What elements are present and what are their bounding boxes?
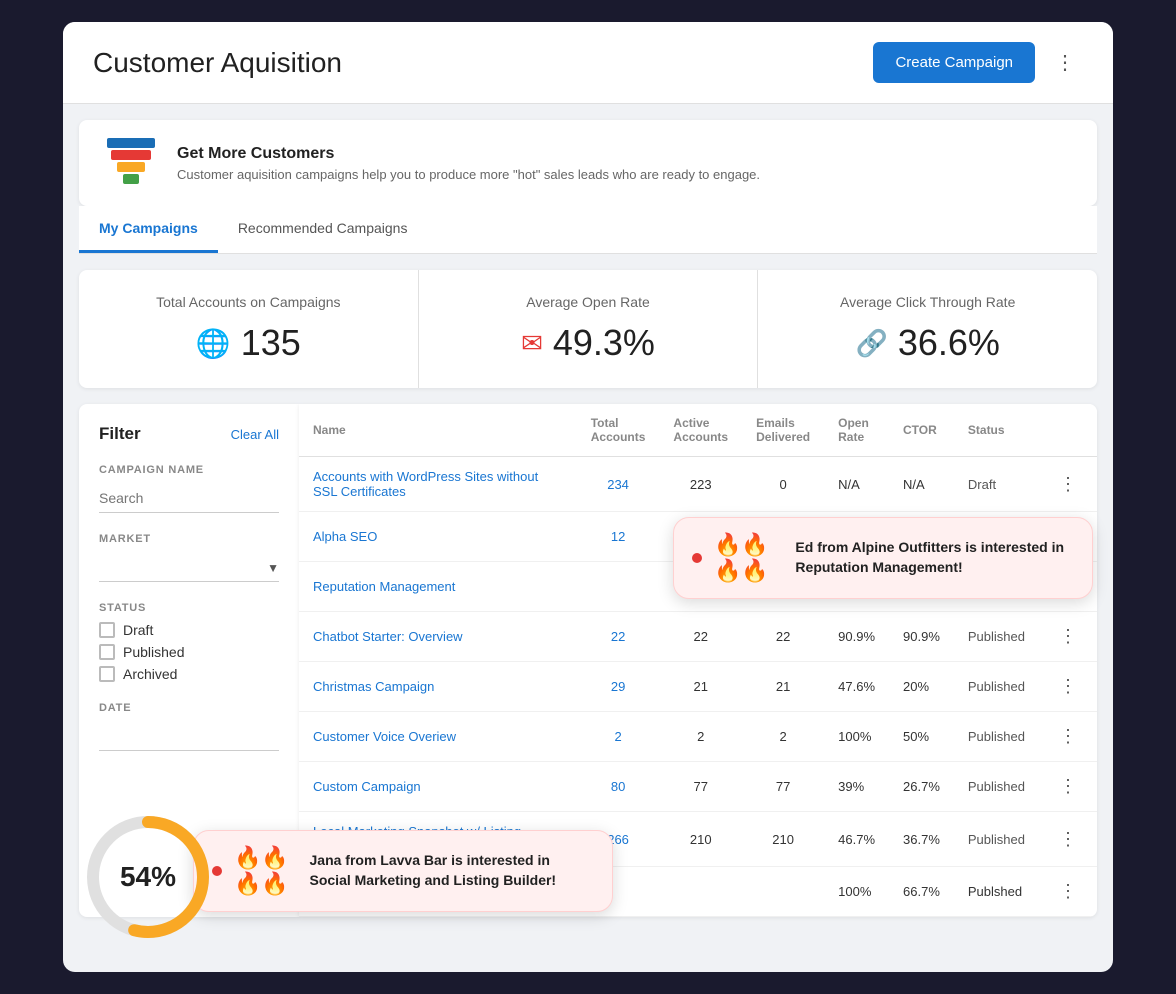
stat-total-accounts-value: 🌐 135 xyxy=(107,322,390,364)
stat-click-through-rate: Average Click Through Rate 🔗 36.6% xyxy=(758,270,1097,388)
clear-all-button[interactable]: Clear All xyxy=(231,427,279,442)
col-status: Status xyxy=(954,404,1039,457)
tab-recommended-campaigns[interactable]: Recommended Campaigns xyxy=(218,206,428,253)
row-menu-button[interactable]: ⋮ xyxy=(1053,827,1083,852)
progress-value: 54% xyxy=(120,861,176,893)
stat-total-accounts-label: Total Accounts on Campaigns xyxy=(107,294,390,310)
link-icon: 🔗 xyxy=(855,328,887,359)
status-draft-label: Draft xyxy=(123,622,153,638)
campaign-name-label: CAMPAIGN NAME xyxy=(99,464,279,476)
col-name: Name xyxy=(299,404,577,457)
table-row: Accounts with WordPress Sites without SS… xyxy=(299,457,1097,512)
campaign-link[interactable]: Chatbot Starter: Overview xyxy=(313,629,463,644)
filter-status-section: STATUS Draft Published Archived xyxy=(99,602,279,682)
filter-market-section: MARKET ▼ xyxy=(99,533,279,582)
notification-popup-1: 🔥🔥🔥🔥 Ed from Alpine Outfitters is intere… xyxy=(673,517,1093,599)
header-actions: Create Campaign ⋮ xyxy=(873,42,1083,83)
row-menu-button[interactable]: ⋮ xyxy=(1053,774,1083,799)
row-menu-button[interactable]: ⋮ xyxy=(1053,624,1083,649)
filter-title: Filter xyxy=(99,424,141,444)
banner-title: Get More Customers xyxy=(177,145,760,163)
banner-description: Customer aquisition campaigns help you t… xyxy=(177,167,760,182)
status-archived-label: Archived xyxy=(123,666,177,682)
stat-click-through-value: 🔗 36.6% xyxy=(786,322,1069,364)
table-row: Custom Campaign 80 77 77 39% 26.7% Publi… xyxy=(299,762,1097,812)
table-row: Customer Voice Overiew 2 2 2 100% 50% Pu… xyxy=(299,712,1097,762)
tab-my-campaigns[interactable]: My Campaigns xyxy=(79,206,218,253)
notification-text-1: Ed from Alpine Outfitters is interested … xyxy=(795,538,1074,577)
stat-open-rate-label: Average Open Rate xyxy=(447,294,730,310)
globe-icon: 🌐 xyxy=(196,327,231,360)
col-emails-delivered: EmailsDelivered xyxy=(742,404,824,457)
banner-text: Get More Customers Customer aquisition c… xyxy=(177,145,760,182)
status-checkbox-published[interactable] xyxy=(99,644,115,660)
status-options: Draft Published Archived xyxy=(99,622,279,682)
header: Customer Aquisition Create Campaign ⋮ xyxy=(63,22,1113,104)
progress-circle-container: 54% xyxy=(83,812,213,942)
col-ctor: CTOR xyxy=(889,404,954,457)
email-icon: ✉ xyxy=(521,328,543,359)
campaign-link[interactable]: Accounts with WordPress Sites without SS… xyxy=(313,469,538,499)
status-label: STATUS xyxy=(99,602,279,614)
col-active-accounts: ActiveAccounts xyxy=(659,404,742,457)
filter-campaign-name-section: CAMPAIGN NAME xyxy=(99,464,279,513)
campaign-link[interactable]: Christmas Campaign xyxy=(313,679,434,694)
campaign-link[interactable]: Reputation Management xyxy=(313,579,455,594)
create-campaign-button[interactable]: Create Campaign xyxy=(873,42,1035,83)
status-option-published[interactable]: Published xyxy=(99,644,279,660)
market-dropdown[interactable] xyxy=(99,553,279,582)
date-input[interactable] xyxy=(99,722,279,751)
table-header-row: Name TotalAccounts ActiveAccounts Emails… xyxy=(299,404,1097,457)
campaign-name-input[interactable] xyxy=(99,484,279,513)
fire-icon-2: 🔥🔥🔥🔥 xyxy=(234,845,298,897)
tabs-container: My Campaigns Recommended Campaigns xyxy=(79,206,1097,254)
row-menu-button[interactable]: ⋮ xyxy=(1053,472,1083,497)
campaign-link[interactable]: Custom Campaign xyxy=(313,779,421,794)
stats-row: Total Accounts on Campaigns 🌐 135 Averag… xyxy=(79,270,1097,388)
status-published-label: Published xyxy=(123,644,185,660)
stat-click-through-label: Average Click Through Rate xyxy=(786,294,1069,310)
notification-dot-1 xyxy=(692,553,702,563)
fire-icon-1: 🔥🔥🔥🔥 xyxy=(714,532,783,584)
campaign-banner: Get More Customers Customer aquisition c… xyxy=(79,120,1097,206)
campaign-link[interactable]: Customer Voice Overiew xyxy=(313,729,456,744)
stat-open-rate-value: ✉ 49.3% xyxy=(447,322,730,364)
row-menu-button[interactable]: ⋮ xyxy=(1053,724,1083,749)
filter-header: Filter Clear All xyxy=(99,424,279,444)
notification-text-2: Jana from Lavva Bar is interested in Soc… xyxy=(310,851,595,890)
page-title: Customer Aquisition xyxy=(93,47,342,79)
col-open-rate: OpenRate xyxy=(824,404,889,457)
col-total-accounts: TotalAccounts xyxy=(577,404,660,457)
col-actions xyxy=(1039,404,1097,457)
table-row: Christmas Campaign 29 21 21 47.6% 20% Pu… xyxy=(299,662,1097,712)
status-checkbox-draft[interactable] xyxy=(99,622,115,638)
date-label: DATE xyxy=(99,702,279,714)
market-label: MARKET xyxy=(99,533,279,545)
stat-open-rate: Average Open Rate ✉ 49.3% xyxy=(419,270,759,388)
row-menu-button[interactable]: ⋮ xyxy=(1053,674,1083,699)
filter-date-section: DATE xyxy=(99,702,279,751)
status-checkbox-archived[interactable] xyxy=(99,666,115,682)
notification-popup-2: 🔥🔥🔥🔥 Jana from Lavva Bar is interested i… xyxy=(193,830,613,912)
more-options-button[interactable]: ⋮ xyxy=(1047,46,1083,79)
status-option-draft[interactable]: Draft xyxy=(99,622,279,638)
table-row: Chatbot Starter: Overview 22 22 22 90.9%… xyxy=(299,612,1097,662)
stat-total-accounts: Total Accounts on Campaigns 🌐 135 xyxy=(79,270,419,388)
campaign-link[interactable]: Alpha SEO xyxy=(313,529,377,544)
notification-dot-2 xyxy=(212,866,222,876)
status-option-archived[interactable]: Archived xyxy=(99,666,279,682)
main-container: Customer Aquisition Create Campaign ⋮ Ge… xyxy=(63,22,1113,972)
row-menu-button[interactable]: ⋮ xyxy=(1053,879,1083,904)
market-dropdown-wrapper: ▼ xyxy=(99,553,279,582)
funnel-icon xyxy=(103,138,159,188)
